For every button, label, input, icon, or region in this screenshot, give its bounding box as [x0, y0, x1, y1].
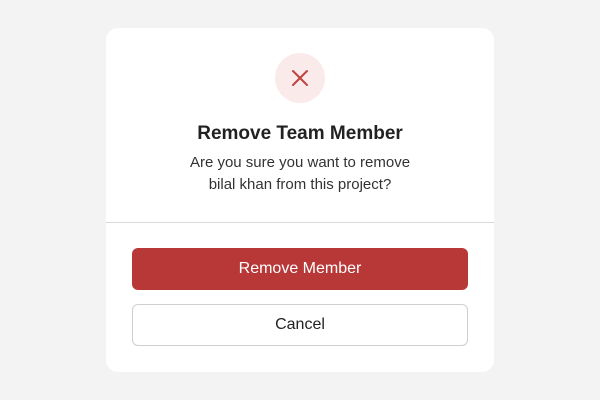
dialog-divider: [106, 222, 494, 223]
dialog-message-line-2: bilal khan from this project?: [208, 176, 392, 193]
close-icon: [292, 70, 308, 86]
cancel-button[interactable]: Cancel: [132, 304, 468, 346]
dialog-message-line-1: Are you sure you want to remove: [189, 154, 411, 171]
remove-member-button[interactable]: Remove Member: [132, 248, 468, 290]
warning-icon-badge: [275, 53, 325, 103]
dialog-title: Remove Team Member: [197, 123, 403, 144]
modal-backdrop: Remove Team Member Are you sure you want…: [0, 0, 600, 400]
remove-member-dialog: Remove Team Member Are you sure you want…: [106, 28, 494, 372]
dialog-message: Are you sure you want to remove bilal kh…: [146, 152, 454, 196]
